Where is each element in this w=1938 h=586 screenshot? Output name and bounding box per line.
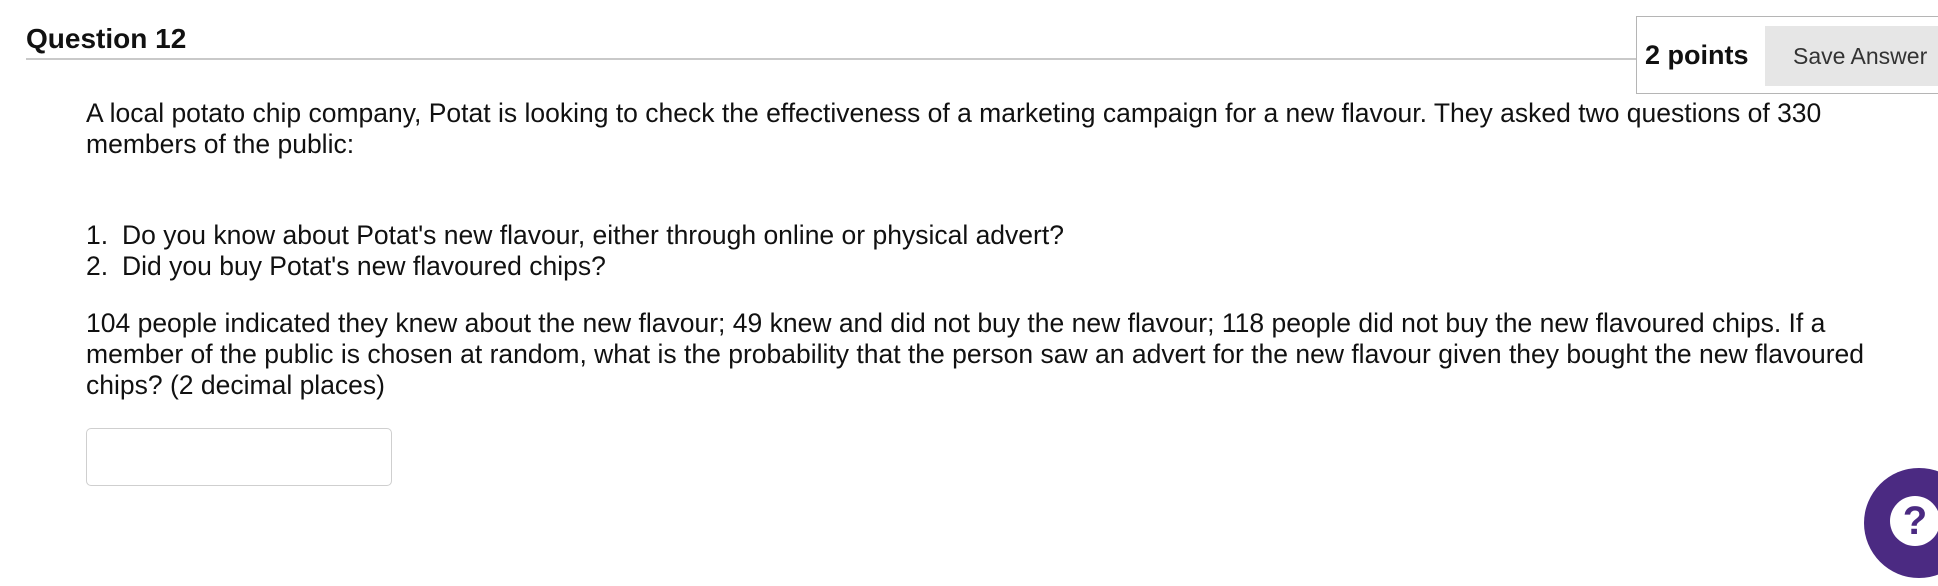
question-title: Question 12 <box>26 23 187 54</box>
answer-input[interactable] <box>86 428 392 486</box>
survey-questions-list: 1. Do you know about Potat's new flavour… <box>86 220 1906 282</box>
points-panel: 2 points Save Answer <box>1636 16 1938 94</box>
question-mark-icon: ? <box>1890 496 1938 546</box>
question-body: A local potato chip company, Potat is lo… <box>86 98 1906 401</box>
question-header: Question 12 <box>26 22 1636 60</box>
save-answer-button[interactable]: Save Answer <box>1765 26 1938 86</box>
question-intro: A local potato chip company, Potat is lo… <box>86 98 1822 159</box>
question-details: 104 people indicated they knew about the… <box>86 308 1864 400</box>
points-label: 2 points <box>1645 40 1749 70</box>
list-item: 2. Did you buy Potat's new flavoured chi… <box>86 251 1906 282</box>
help-button[interactable]: ? <box>1864 468 1938 578</box>
list-item-number: 1. <box>86 220 109 250</box>
list-item: 1. Do you know about Potat's new flavour… <box>86 220 1906 251</box>
list-item-number: 2. <box>86 251 109 281</box>
list-item-text: Do you know about Potat's new flavour, e… <box>122 220 1064 250</box>
question-page: Question 12 2 points Save Answer A local… <box>0 0 1938 586</box>
list-item-text: Did you buy Potat's new flavoured chips? <box>122 251 606 281</box>
